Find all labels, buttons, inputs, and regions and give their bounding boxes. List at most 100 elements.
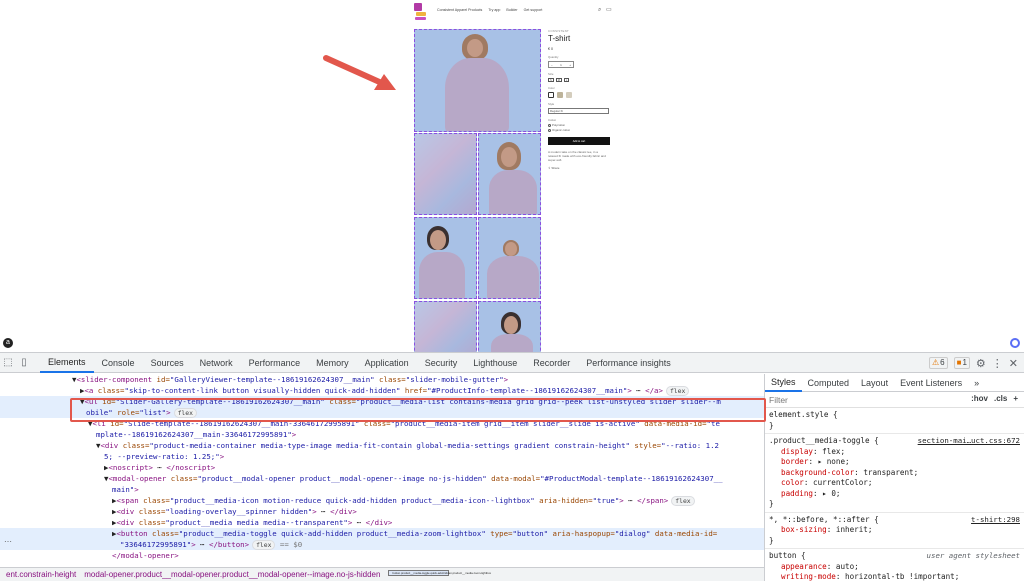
dom-ellipsis[interactable]: ⋯: [4, 537, 12, 546]
css-declaration[interactable]: color: currentColor;: [769, 478, 1020, 489]
device-toolbar-icon[interactable]: ▯: [16, 355, 32, 371]
dom-node-line[interactable]: ▶<button class="product__media-toggle qu…: [0, 528, 764, 539]
color-swatch[interactable]: [557, 92, 563, 98]
style-select[interactable]: Regular fit: [548, 108, 609, 114]
dom-node-line[interactable]: ▼<div class="product-media-container med…: [0, 440, 764, 451]
dom-node-line[interactable]: ▶<span class="product__media-icon motion…: [0, 495, 764, 506]
dom-token: style=: [629, 441, 662, 450]
inspect-element-icon[interactable]: ⬚: [0, 355, 16, 371]
tab-memory[interactable]: Memory: [308, 353, 357, 373]
css-declaration[interactable]: display: flex;: [769, 447, 1020, 458]
dom-node-line[interactable]: ▼<modal-opener class="product__modal-ope…: [0, 473, 764, 484]
filter-tool[interactable]: .cls: [994, 394, 1007, 403]
dom-node-line[interactable]: ▼<slider-component id="GalleryViewer-tem…: [0, 374, 764, 385]
styles-tab[interactable]: »: [968, 374, 985, 392]
dom-node-line[interactable]: ▼<li id="Slide-template--18619162624307_…: [0, 418, 764, 429]
tab-sources[interactable]: Sources: [143, 353, 192, 373]
tab-lighthouse[interactable]: Lighthouse: [465, 353, 525, 373]
tab-elements[interactable]: Elements: [40, 353, 94, 373]
tab-console[interactable]: Console: [94, 353, 143, 373]
css-source-link[interactable]: t-shirt:298: [971, 515, 1020, 526]
issues-badge[interactable]: ■ 1: [953, 357, 970, 369]
css-declaration[interactable]: padding: ▸ 0;: [769, 489, 1020, 500]
styles-tab[interactable]: Event Listeners: [894, 374, 968, 392]
dom-token: id=: [97, 397, 116, 406]
css-declaration[interactable]: appearance: auto;: [769, 562, 1020, 573]
product-image-thumb[interactable]: [414, 133, 477, 215]
dom-node-line[interactable]: ▶<noscript> ⋯ </noscript>: [0, 462, 764, 473]
size-option[interactable]: L: [563, 78, 570, 82]
dom-token: </noscript>: [166, 463, 216, 472]
tab-performance[interactable]: Performance: [241, 353, 309, 373]
product-image-thumb[interactable]: [414, 301, 477, 352]
tab-recorder[interactable]: Recorder: [525, 353, 578, 373]
add-to-cart-button[interactable]: Add to cart: [548, 137, 610, 145]
tab-network[interactable]: Network: [192, 353, 241, 373]
flex-badge[interactable]: flex: [671, 496, 695, 506]
size-option[interactable]: M: [555, 78, 562, 82]
dom-node-line[interactable]: obile" role="list"> flex: [0, 407, 764, 418]
product-image-thumb[interactable]: [478, 301, 541, 352]
product-image-main[interactable]: [414, 29, 541, 132]
tab-security[interactable]: Security: [417, 353, 466, 373]
cart-icon[interactable]: ▭: [606, 7, 612, 13]
product-image-thumb[interactable]: [478, 133, 541, 215]
flex-badge[interactable]: flex: [252, 540, 276, 550]
tab-performance-insights[interactable]: Performance insights: [578, 353, 679, 373]
nav-link[interactable]: Consistent Apparel Products: [437, 8, 482, 12]
dom-node-line[interactable]: ▶<div class="loading-overlay__spinner hi…: [0, 506, 764, 517]
size-option[interactable]: S: [548, 78, 554, 82]
search-icon[interactable]: ⌕: [598, 7, 601, 13]
css-declaration[interactable]: border: ▸ none;: [769, 457, 1020, 468]
product-title: T-shirt: [548, 34, 571, 43]
dom-token: "GalleryViewer-template--18619162624307_…: [169, 375, 375, 384]
quantity-stepper[interactable]: −1 +: [548, 61, 574, 68]
dom-node-line[interactable]: "33646172995891"> ⋯ </button> flex == $0: [0, 539, 764, 550]
dom-node-line[interactable]: main">: [0, 484, 764, 495]
settings-gear-icon[interactable]: ⚙: [976, 357, 986, 370]
css-declaration[interactable]: box-sizing: inherit;: [769, 525, 1020, 536]
css-selector[interactable]: element.style {: [769, 410, 1020, 421]
dom-token: "#ProductInfo-template--18619162624307__…: [427, 386, 628, 395]
share-button[interactable]: ⇪ Share: [548, 166, 618, 170]
close-icon[interactable]: ✕: [1009, 357, 1018, 370]
flex-badge[interactable]: flex: [173, 408, 197, 418]
styles-tab[interactable]: Computed: [802, 374, 856, 392]
css-declaration[interactable]: background-color: transparent;: [769, 468, 1020, 479]
filter-tool[interactable]: +: [1013, 394, 1018, 403]
dom-node-line[interactable]: mplate--18619162624307__main-33646172995…: [0, 429, 764, 440]
styles-tab[interactable]: Styles: [765, 374, 802, 392]
breadcrumb-item[interactable]: modal-opener.product__modal-opener.produ…: [84, 568, 380, 581]
dom-node-line[interactable]: ▼<ul id="Slider-Gallery-template--186191…: [0, 396, 764, 407]
dom-node-line[interactable]: </modal-opener>: [0, 550, 764, 561]
dom-node-line[interactable]: ▶<a class="skip-to-content-link button v…: [0, 385, 764, 396]
cotton-option[interactable]: Polycotton: [548, 123, 618, 127]
product-image-thumb[interactable]: [414, 217, 477, 299]
product-price: € 0: [548, 47, 553, 51]
styles-filter[interactable]: Filter :hov .cls +: [765, 392, 1024, 408]
tab-application[interactable]: Application: [357, 353, 417, 373]
nav-link[interactable]: Builder: [506, 8, 517, 12]
accessibility-icon[interactable]: a: [3, 338, 13, 348]
breadcrumb-item[interactable]: ent.constrain-height: [6, 568, 76, 581]
product-image-thumb[interactable]: [478, 217, 541, 299]
nav-link[interactable]: Get support: [524, 8, 543, 12]
css-declaration[interactable]: writing-mode: horizontal-tb !important;: [769, 572, 1020, 581]
breadcrumb-item[interactable]: button.product__media-toggle.quick-add-h…: [388, 570, 491, 576]
store-logo[interactable]: [414, 3, 427, 20]
dom-node-line[interactable]: 5; --preview-ratio: 1.25;">: [0, 451, 764, 462]
dom-node-line[interactable]: ▶<div class="product__media media media-…: [0, 517, 764, 528]
nav-link[interactable]: Try app: [488, 8, 500, 12]
cotton-option[interactable]: Organic cotton: [548, 128, 618, 132]
elements-tree[interactable]: ▼<slider-component id="GalleryViewer-tem…: [0, 374, 764, 567]
styles-tab[interactable]: Layout: [855, 374, 894, 392]
warnings-badge[interactable]: ⚠ 6: [928, 357, 948, 369]
more-options-icon[interactable]: ⋮: [992, 357, 1003, 370]
css-source-link[interactable]: section-mai…uct.css:672: [918, 436, 1020, 447]
devtools-node-indicator[interactable]: [1010, 338, 1020, 348]
flex-badge[interactable]: flex: [665, 386, 690, 396]
color-swatch[interactable]: [566, 92, 572, 98]
filter-tool[interactable]: :hov: [971, 394, 988, 403]
dom-token: "skip-to-content-link button visually-hi…: [124, 386, 401, 395]
color-swatch[interactable]: [548, 92, 554, 98]
